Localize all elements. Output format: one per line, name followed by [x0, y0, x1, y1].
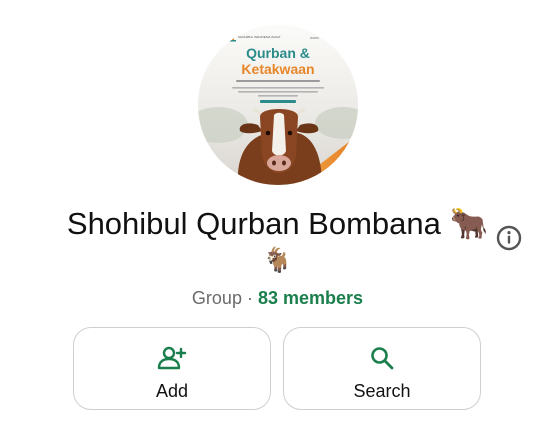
info-button[interactable] — [495, 224, 523, 252]
group-subtitle: Group · 83 members — [0, 286, 555, 310]
subtitle-separator: · — [246, 288, 253, 308]
qurban-poster-image: SHOHIBUL INDONESIA ZAKAT www. Qurban & K… — [198, 25, 358, 185]
group-info-page: SHOHIBUL INDONESIA ZAKAT www. Qurban & K… — [0, 0, 555, 442]
poster-title-line1: Qurban & — [246, 45, 310, 61]
info-icon — [496, 225, 522, 251]
members-count-link[interactable]: 83 members — [258, 288, 363, 308]
add-button[interactable]: Add — [73, 327, 271, 410]
add-person-icon — [74, 345, 270, 371]
group-name-continued: 🐐 — [262, 247, 293, 274]
search-button-label: Search — [353, 381, 411, 401]
search-icon — [284, 345, 480, 371]
poster-web-text: www. — [310, 35, 320, 40]
group-type-label: Group — [191, 288, 242, 308]
group-avatar[interactable]: SHOHIBUL INDONESIA ZAKAT www. Qurban & K… — [198, 25, 358, 185]
add-button-label: Add — [155, 381, 189, 401]
poster-title-line2: Ketakwaan — [241, 61, 314, 77]
search-button[interactable]: Search — [283, 327, 481, 410]
group-name: Shohibul Qurban Bombana 🐂 — [66, 206, 489, 241]
poster-org-text: SHOHIBUL INDONESIA ZAKAT — [238, 35, 281, 39]
